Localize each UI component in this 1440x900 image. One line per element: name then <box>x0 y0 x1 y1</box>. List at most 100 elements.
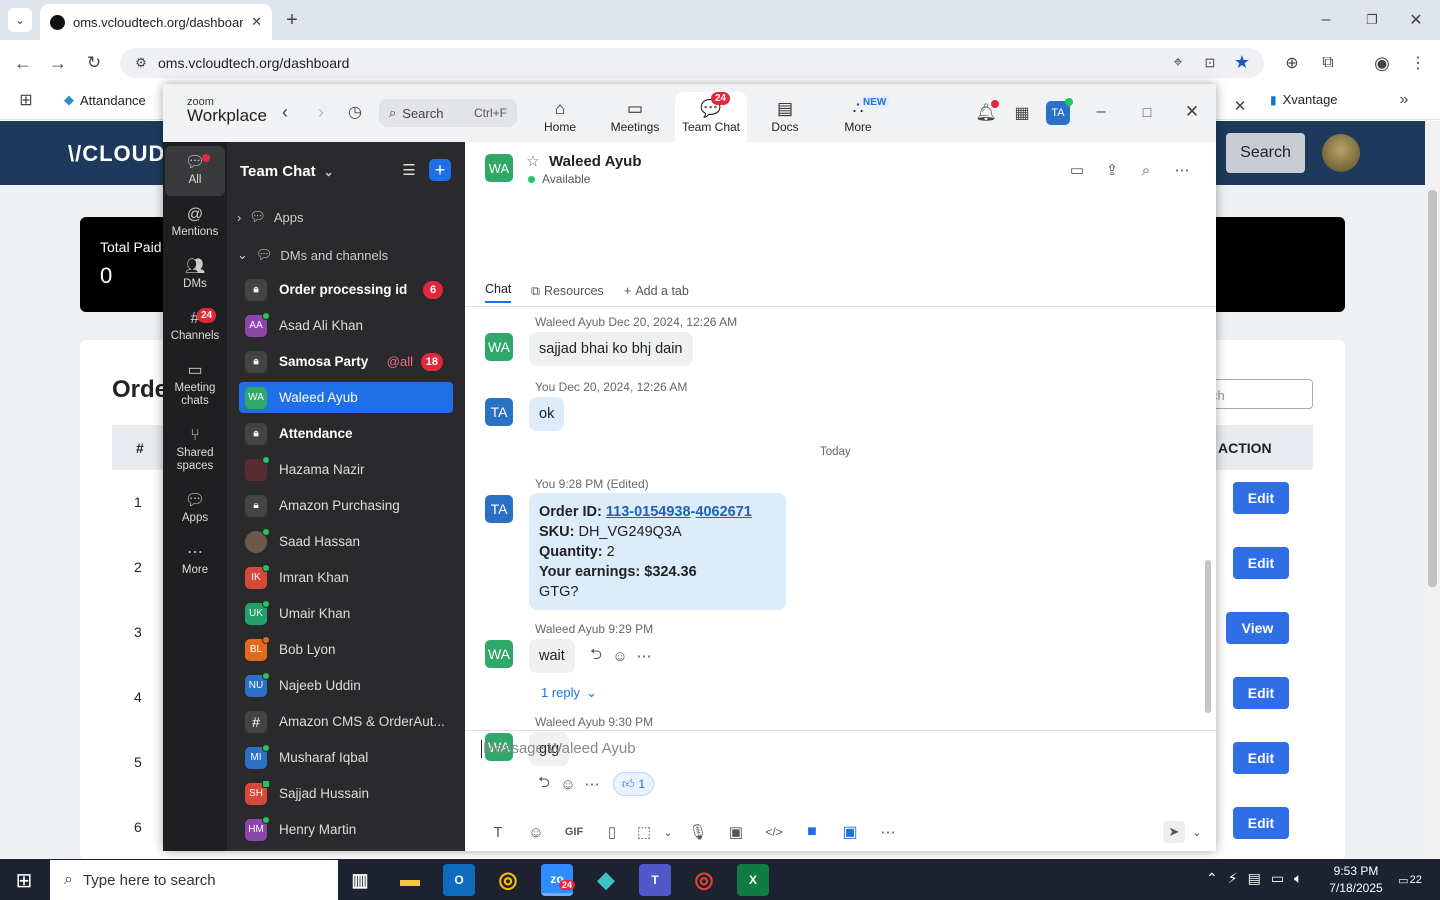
format-text-icon[interactable]: T <box>479 824 517 841</box>
message-more-icon[interactable]: ⋯ <box>635 647 653 665</box>
task-view-icon[interactable]: ▥ <box>344 864 376 896</box>
site-search-button[interactable]: Search <box>1226 133 1305 173</box>
bookmark-star-icon[interactable]: ★ <box>1232 52 1252 72</box>
site-info-icon[interactable]: ⚙ <box>132 54 150 72</box>
zoom-taskbar-icon[interactable]: zo 24 <box>541 864 576 896</box>
chat-scrollbar-thumb[interactable] <box>1205 560 1211 713</box>
outlook-icon[interactable]: O <box>443 864 475 896</box>
view-button[interactable]: View <box>1226 612 1289 644</box>
code-snippet-icon[interactable]: </> <box>755 825 793 839</box>
file-icon[interactable]: ▯ <box>593 823 631 841</box>
sidebar-item-imran-khan[interactable]: IK Imran Khan <box>239 562 453 593</box>
sidebar-item-samosa-party[interactable]: 🔒︎ Samosa Party @all 18 <box>239 346 453 377</box>
tray-app-icon[interactable]: ⚡︎ <box>1228 870 1238 887</box>
sidebar-item-hazama-nazir[interactable]: Hazama Nazir <box>239 454 453 485</box>
contact-avatar[interactable]: WA <box>485 154 513 182</box>
extensions-icon[interactable]: ⧉ <box>1318 52 1338 74</box>
message-input[interactable]: Message Waleed Ayub <box>481 740 1181 758</box>
clock[interactable]: 9:53 PM 7/18/2025 <box>1326 863 1386 897</box>
notifications-button[interactable]: ▭ 22 <box>1396 868 1424 892</box>
video-message-icon[interactable]: ▣ <box>717 823 755 841</box>
page-scrollbar-thumb[interactable] <box>1428 190 1437 587</box>
sidebar-item-order-processing[interactable]: 🔒︎ Order processing id 6 <box>239 274 453 305</box>
chrome-icon[interactable]: ◎ <box>492 864 524 896</box>
send-options-icon[interactable]: ⌄ <box>1185 826 1209 839</box>
emoji-icon[interactable]: ☺ <box>517 824 555 841</box>
tray-expand-icon[interactable]: ⌃ <box>1206 870 1218 887</box>
tab-list-icon[interactable]: ⌄ <box>8 8 32 32</box>
sidebar-item-saad-hassan[interactable]: Saad Hassan <box>239 526 453 557</box>
battery-icon[interactable]: ▭ <box>1271 870 1284 887</box>
reply-thread-link[interactable]: 1 reply ⌄ <box>541 685 597 701</box>
gif-icon[interactable]: GIF <box>555 826 593 838</box>
windows-start-icon[interactable]: ⊞ <box>12 868 36 892</box>
orders-search-input[interactable]: ch <box>1200 379 1313 409</box>
taskbar-search-box[interactable]: ⌕ Type here to search <box>50 860 338 900</box>
order-message-bubble[interactable]: Order ID: 113-0154938-4062671 SKU: DH_VG… <box>529 493 786 610</box>
sidebar-item-umair-khan[interactable]: UK Umair Khan <box>239 598 453 629</box>
teams-icon[interactable]: T <box>639 864 671 896</box>
rail-mentions[interactable]: @ Mentions <box>165 204 225 239</box>
nav-docs[interactable]: ▤ Docs <box>750 98 820 142</box>
zoom-back-icon[interactable]: ‹ <box>275 102 295 122</box>
sidebar-item-musharaf-iqbal[interactable]: MI Musharaf Iqbal <box>239 742 453 773</box>
sender-avatar[interactable]: WA <box>485 333 513 361</box>
sidebar-item-najeeb-uddin[interactable]: NU Najeeb Uddin <box>239 670 453 701</box>
zoom-minimize-icon[interactable]: – <box>1091 102 1111 122</box>
file-explorer-icon[interactable]: ▬ <box>394 864 426 896</box>
rail-all[interactable]: 💬︎ All <box>165 146 225 196</box>
apps-grid-icon[interactable]: ⊞ <box>16 90 36 110</box>
close-sidepanel-icon[interactable]: ✕ <box>1228 94 1252 118</box>
sidebar-item-sajjad-hussain[interactable]: SH Sajjad Hussain <box>239 778 453 809</box>
message-bubble[interactable]: sajjad bhai ko bhj dain <box>529 332 693 366</box>
rail-meeting-chats[interactable]: ▭ Meeting chats <box>165 360 225 408</box>
bookmark-xvantage[interactable]: ▮ Xvantage <box>1270 92 1338 107</box>
chat-more-icon[interactable]: ⋯ <box>1172 160 1192 180</box>
order-id-link-part2[interactable]: 4062671 <box>695 504 751 520</box>
message-more-icon[interactable]: ⋯ <box>583 775 601 793</box>
back-icon[interactable]: ← <box>12 52 34 74</box>
bookmark-attandance[interactable]: ◆ Attandance <box>64 92 146 108</box>
apps-section[interactable]: › 💬︎ Apps <box>237 209 304 225</box>
edit-button[interactable]: Edit <box>1233 742 1289 774</box>
rail-apps[interactable]: 💬︎ Apps <box>165 490 225 525</box>
network-icon[interactable]: ▤ <box>1248 870 1261 887</box>
reload-icon[interactable]: ↻ <box>83 52 105 74</box>
message-bubble[interactable]: ok <box>529 397 565 431</box>
volume-icon[interactable]: 🔈︎ <box>1294 870 1302 887</box>
translate-icon[interactable]: ⊕ <box>1282 52 1302 74</box>
new-chat-plus-icon[interactable]: + <box>429 159 451 181</box>
contact-name[interactable]: Waleed Ayub <box>549 153 642 170</box>
order-id-link-part1[interactable]: 113-0154938 <box>606 504 691 520</box>
app-diamond-icon[interactable]: ◆ <box>590 864 622 896</box>
tab-resources[interactable]: ⧉ Resources <box>531 284 604 299</box>
screenshot-icon[interactable]: ⬚ <box>631 823 657 841</box>
nav-home[interactable]: ⌂ Home <box>525 98 595 142</box>
zoom-close-icon[interactable]: ✕ <box>1182 102 1202 122</box>
browser-tab[interactable]: oms.vcloudtech.org/dashboard ✕ <box>40 4 272 40</box>
sidebar-item-henry-martin[interactable]: HM Henry Martin <box>239 814 453 845</box>
thumbs-up-reaction[interactable]: 👍︎ 1 <box>613 772 655 796</box>
tab-chat[interactable]: Chat <box>485 282 512 303</box>
lens-icon[interactable]: ⊡ <box>1200 53 1220 73</box>
forward-icon[interactable]: → <box>47 52 69 74</box>
restore-window-icon[interactable]: ❐ <box>1362 10 1382 30</box>
close-tab-icon[interactable]: ✕ <box>251 14 262 30</box>
sender-avatar[interactable]: WA <box>485 640 513 668</box>
edit-button[interactable]: Edit <box>1233 677 1289 709</box>
star-icon[interactable]: ☆ <box>525 152 541 170</box>
minimize-window-icon[interactable]: – <box>1316 10 1336 30</box>
rail-dms[interactable]: 👥︎ DMs <box>165 256 225 291</box>
composer-more-icon[interactable]: ⋯ <box>869 823 907 841</box>
zoom-app-2-icon[interactable]: ▣ <box>831 822 869 842</box>
location-icon[interactable]: ⌖ <box>1168 53 1188 73</box>
profile-icon[interactable]: ◉ <box>1371 52 1393 74</box>
calendar-icon[interactable]: ▦ <box>1011 102 1033 124</box>
zoom-search-box[interactable]: ⌕ Search Ctrl+F <box>379 99 517 127</box>
edit-button[interactable]: Edit <box>1233 807 1289 839</box>
reply-icon[interactable]: ⮌ <box>535 774 553 793</box>
rail-channels[interactable]: # Channels 24 <box>165 308 225 343</box>
zoom-forward-icon[interactable]: › <box>311 102 331 122</box>
team-chat-title[interactable]: Team Chat ⌄ <box>240 163 334 180</box>
edit-button[interactable]: Edit <box>1233 547 1289 579</box>
